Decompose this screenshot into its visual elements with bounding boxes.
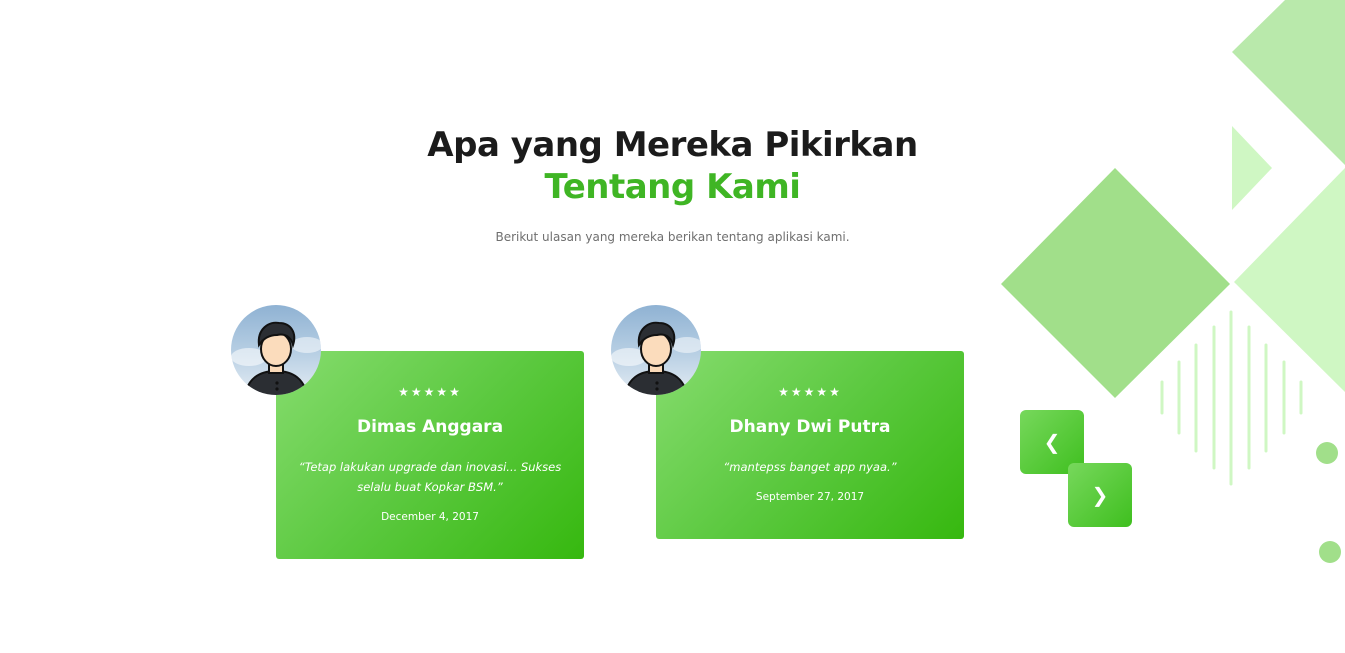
rating-stars: ★★★★★ — [398, 385, 462, 399]
review-quote: “mantepss banget app nyaa.” — [723, 460, 897, 474]
review-quote: “Tetap lakukan upgrade dan inovasi... Su… — [298, 460, 562, 494]
carousel-next-button[interactable]: ❯ — [1068, 463, 1132, 527]
user-avatar-icon — [611, 321, 701, 395]
review-date: September 27, 2017 — [755, 491, 865, 503]
reviewer-name: Dimas Anggara — [356, 417, 504, 437]
avatar — [611, 305, 701, 395]
avatar — [231, 305, 321, 395]
section-title-line2: Tentang Kami — [544, 167, 801, 207]
section-title-line1: Apa yang Mereka Pikirkan — [427, 125, 918, 165]
review-date: December 4, 2017 — [381, 511, 479, 523]
chevron-left-icon: ❮ — [1043, 430, 1061, 454]
testimonial-card: ★★★★★ Dimas Anggara “Tetap lakukan upgra… — [276, 351, 584, 559]
deco-dot-1 — [1316, 442, 1338, 464]
section-heading: Apa yang Mereka Pikirkan Tentang Kami — [0, 124, 1345, 208]
deco-dot-2 — [1319, 541, 1341, 563]
testimonials-section: Apa yang Mereka Pikirkan Tentang Kami Be… — [0, 0, 1345, 653]
testimonial-card: ★★★★★ Dhany Dwi Putra “mantepss banget a… — [656, 351, 964, 539]
deco-line-pattern — [1160, 310, 1303, 486]
user-avatar-icon — [231, 321, 321, 395]
reviewer-name: Dhany Dwi Putra — [729, 417, 891, 437]
section-subtitle: Berikut ulasan yang mereka berikan tenta… — [495, 230, 850, 244]
chevron-right-icon: ❯ — [1091, 483, 1109, 507]
rating-stars: ★★★★★ — [778, 385, 842, 399]
